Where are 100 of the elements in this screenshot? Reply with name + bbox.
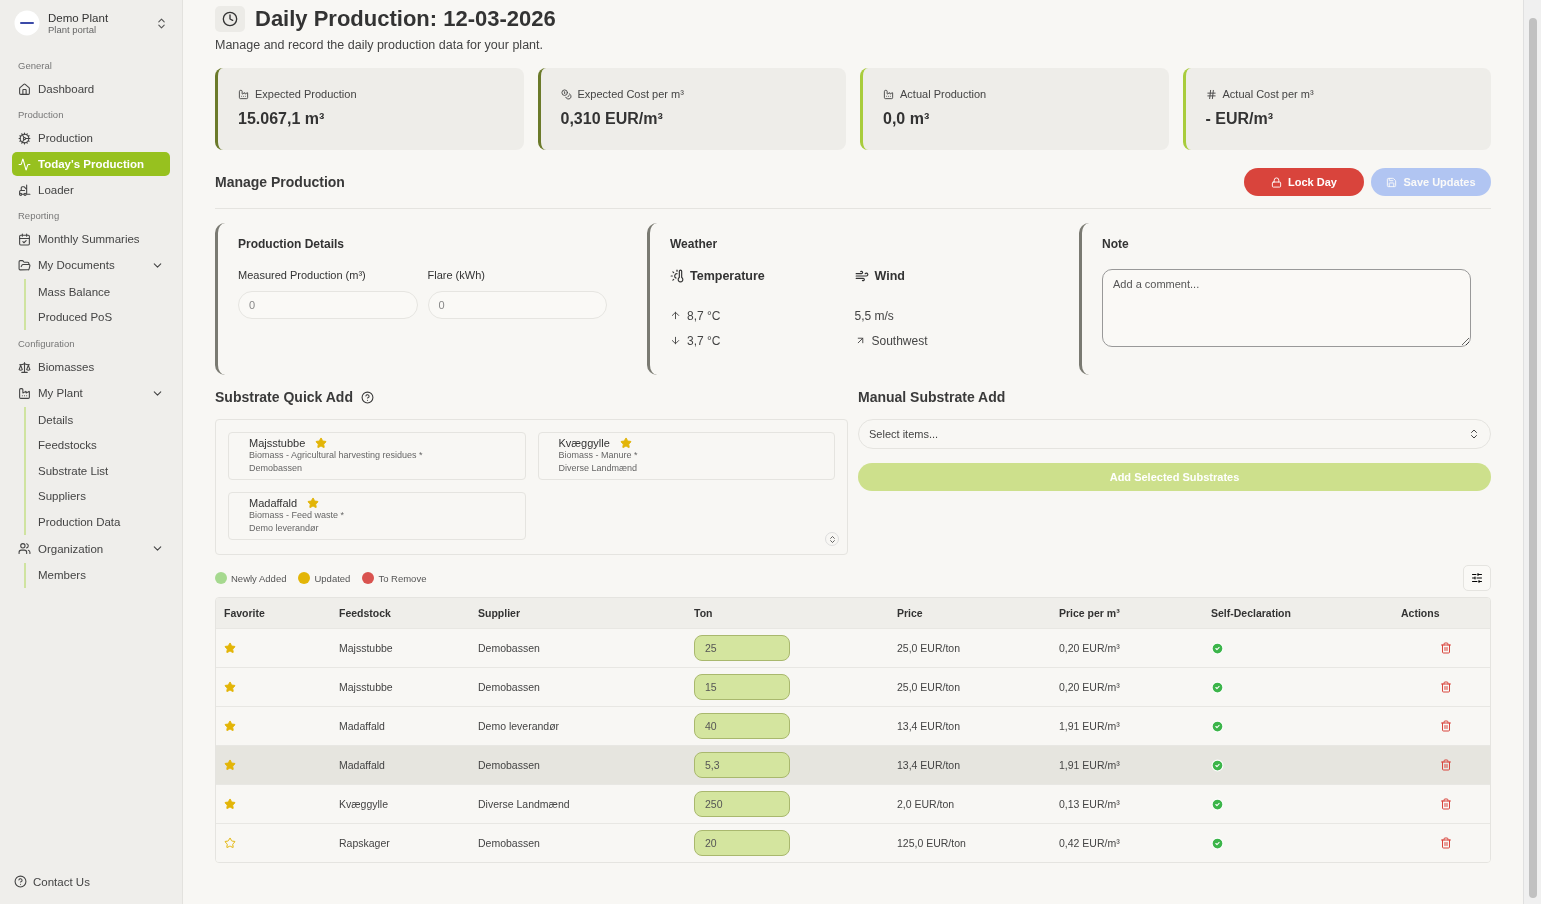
nav-item[interactable]: My Documents [12, 253, 170, 277]
nav-item[interactable]: Loader [12, 178, 170, 202]
substrate-name: Kvæggylle [558, 437, 610, 449]
arrow-up-icon [670, 310, 681, 321]
comment-field[interactable]: Add a comment... [1102, 269, 1471, 347]
panel-title: Note [1102, 237, 1130, 251]
save-icon [1386, 176, 1398, 188]
nav-icon [18, 157, 31, 171]
stat-icon [238, 88, 249, 100]
table-cell-text: 0,42 EUR/m³ [1058, 837, 1121, 849]
contact-link[interactable]: Contact Us [33, 875, 90, 888]
nav-subitem[interactable]: Members [38, 562, 170, 588]
substrate-card[interactable]: Kvæggylle Biomass - Manure * Diverse Landmænd [537, 432, 835, 480]
wind-speed: 5,5 m/s [854, 308, 894, 323]
substrate-supplier: Demobassen [249, 462, 304, 475]
stat-label: Expected Production [255, 88, 357, 100]
nav-item[interactable]: Organization [12, 536, 170, 561]
stat-value: - EUR/m³ [1205, 110, 1275, 128]
page-subtitle: Manage and record the daily production data for your plant. [215, 38, 544, 52]
lock-button[interactable]: Lock Day [1244, 168, 1364, 196]
star-icon[interactable] [224, 642, 236, 654]
nav-subitem[interactable]: Feedstocks [38, 432, 170, 458]
section-title: General [17, 59, 53, 73]
weather-label: Wind [874, 269, 905, 283]
legend-label: Updated [314, 572, 351, 584]
ton-field[interactable]: 5,3 [694, 752, 790, 778]
delete-icon[interactable] [1439, 720, 1452, 732]
star-icon[interactable] [224, 837, 236, 849]
star-icon[interactable] [224, 720, 236, 732]
nav-item[interactable]: Production [12, 126, 170, 150]
ton-field[interactable]: 15 [694, 674, 790, 700]
column-header: Self-Declaration [1210, 607, 1292, 619]
columns-button[interactable] [1463, 565, 1491, 591]
delete-icon[interactable] [1439, 837, 1452, 849]
nav-icon [18, 232, 31, 246]
star-icon[interactable] [307, 497, 320, 509]
delete-icon[interactable] [1439, 681, 1452, 693]
nav-subitem[interactable]: Details [38, 407, 170, 433]
nav-item[interactable]: Monthly Summaries [12, 227, 170, 251]
weather-label: Temperature [690, 269, 765, 283]
ton-field[interactable]: 40 [694, 713, 790, 739]
input-field[interactable]: 0 [238, 291, 418, 319]
legend-label: To Remove [378, 572, 427, 584]
stat-label: Actual Cost per m³ [1222, 88, 1314, 100]
substrate-supplier: Diverse Landmænd [558, 462, 639, 475]
stat-label: Actual Production [900, 88, 987, 100]
table-row[interactable]: Rapskager Demobassen 20 125,0 EUR/ton 0,42 EUR/m³ [216, 823, 1490, 862]
delete-icon[interactable] [1439, 759, 1452, 771]
nav-subitem[interactable]: Suppliers [38, 483, 170, 509]
column-header: Price per m³ [1058, 607, 1121, 619]
star-icon[interactable] [224, 759, 236, 771]
chevrons-icon [1468, 428, 1480, 440]
logo [14, 10, 40, 36]
table-cell-text: Majsstubbe [338, 642, 394, 654]
nav-subitem[interactable]: Mass Balance [38, 279, 170, 305]
substrate-card[interactable]: Madaffald Biomass - Feed waste * Demo leverandør [228, 492, 526, 540]
table-cell-text: 13,4 EUR/ton [896, 720, 962, 732]
nav-item[interactable]: Dashboard [12, 77, 170, 101]
delete-icon[interactable] [1439, 642, 1452, 654]
page-title: Daily Production: 12-03-2026 [255, 6, 556, 32]
help-icon[interactable] [360, 390, 374, 404]
input-field[interactable]: 0 [427, 291, 607, 319]
table-row[interactable]: Madaffald Demobassen 5,3 13,4 EUR/ton 1,91 EUR/m³ [216, 745, 1490, 784]
stat-value: 0,310 EUR/m³ [560, 110, 664, 128]
temperature-low: 3,7 °C [687, 333, 721, 348]
sliders-icon [1471, 572, 1483, 584]
table-cell-text: Kvæggylle [338, 798, 390, 810]
substrate-card[interactable]: Majsstubbe Biomass - Agricultural harvesting residues * Demobassen [228, 432, 526, 480]
ton-field[interactable]: 20 [694, 830, 790, 856]
nav-item[interactable]: Biomasses [12, 355, 170, 379]
nav-subitem[interactable]: Substrate List [38, 458, 170, 484]
star-icon[interactable] [315, 437, 328, 449]
table-cell-text: Diverse Landmænd [477, 798, 571, 810]
star-icon[interactable] [224, 798, 236, 810]
table-cell-text: 2,0 EUR/ton [896, 798, 956, 810]
table-cell-text: Demobassen [477, 759, 541, 771]
stat-value: 15.067,1 m³ [238, 110, 326, 128]
nav-icon [18, 258, 31, 272]
section-title: Reporting [17, 209, 61, 223]
field-label: Measured Production (m³) [238, 269, 367, 281]
scrollbar[interactable] [1523, 0, 1541, 904]
table-cell-text: Demobassen [477, 837, 541, 849]
legend-label: Newly Added [231, 572, 287, 584]
nav-item[interactable]: My Plant [12, 381, 170, 405]
section-title: Configuration [17, 337, 76, 351]
column-header: Favorite [223, 607, 266, 619]
nav-subitem[interactable]: Production Data [38, 509, 170, 535]
lock-icon [1271, 176, 1283, 188]
star-icon[interactable] [224, 681, 236, 693]
clock-icon [215, 6, 245, 32]
ton-field[interactable]: 25 [694, 635, 790, 661]
table-cell-text: Rapskager [338, 837, 391, 849]
plant-name: Demo Plant [48, 11, 110, 24]
table-cell-text: Demobassen [477, 681, 541, 693]
nav-icon [18, 542, 31, 555]
switcher-icon[interactable] [155, 16, 168, 30]
nav-subitem[interactable]: Produced PoS [38, 304, 170, 330]
star-icon[interactable] [619, 437, 632, 449]
delete-icon[interactable] [1439, 798, 1452, 810]
ton-field[interactable]: 250 [694, 791, 790, 817]
